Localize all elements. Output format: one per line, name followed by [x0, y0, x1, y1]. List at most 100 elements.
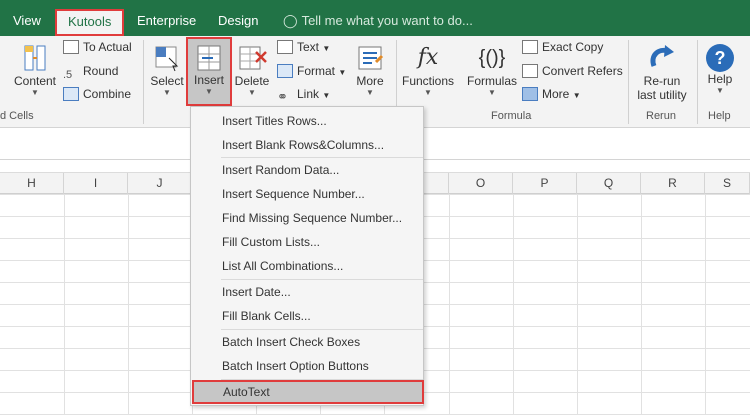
convert-refers-label: Convert Refers	[542, 64, 623, 78]
lightbulb-icon: ◯	[283, 13, 298, 28]
text-button[interactable]: Text ▼	[277, 40, 330, 54]
insert-icon	[197, 45, 221, 71]
more-formula-label: More	[542, 87, 570, 101]
help-button[interactable]: ? Help ▼	[702, 42, 738, 96]
grid-line	[705, 194, 706, 415]
menu-item-batch-insert-check-boxes[interactable]: Batch Insert Check Boxes	[191, 330, 423, 354]
link-button[interactable]: ⚭ Link ▼	[277, 87, 331, 104]
combine-button[interactable]: Combine	[63, 87, 131, 101]
select-label: Select	[150, 74, 184, 88]
column-header-p[interactable]: P	[513, 173, 577, 194]
more-icon	[358, 46, 384, 70]
exact-copy-icon	[522, 40, 538, 54]
group-separator	[697, 40, 698, 124]
menu-item-insert-titles-rows[interactable]: Insert Titles Rows...	[191, 109, 423, 133]
more-formula-button[interactable]: More ▼	[522, 87, 581, 101]
menu-item-autotext[interactable]: AutoText	[192, 380, 424, 404]
more-formula-icon	[522, 87, 538, 101]
help-label: Help	[707, 72, 733, 86]
convert-refers-button[interactable]: Convert Refers	[522, 64, 623, 78]
chevron-down-icon: ▼	[716, 86, 724, 95]
insert-button[interactable]: Insert ▼	[186, 37, 232, 106]
menu-item-fill-blank-cells[interactable]: Fill Blank Cells...	[191, 304, 423, 328]
content-button[interactable]: Content ▼	[10, 42, 60, 98]
text-icon	[277, 40, 293, 54]
grid-line	[513, 194, 514, 415]
grid-line	[128, 194, 129, 415]
menu-item-insert-blank-rows-columns[interactable]: Insert Blank Rows&Columns...	[191, 133, 423, 157]
more-button[interactable]: More ▼	[350, 42, 390, 98]
combine-icon	[63, 87, 79, 101]
chevron-down-icon: ▼	[424, 88, 432, 97]
exact-copy-label: Exact Copy	[542, 40, 604, 54]
chevron-down-icon: ▼	[31, 88, 39, 97]
format-label: Format	[297, 64, 336, 78]
delete-label: Delete	[234, 74, 270, 88]
grid-line	[449, 194, 450, 415]
menu-item-list-all-combinations[interactable]: List All Combinations...	[191, 254, 423, 278]
menu-item-insert-random-data[interactable]: Insert Random Data...	[191, 158, 423, 182]
rerun-label-line1: Re-run	[643, 74, 681, 88]
round-icon: .5	[63, 69, 73, 81]
column-header-h[interactable]: H	[0, 173, 64, 194]
exact-copy-button[interactable]: Exact Copy	[522, 40, 603, 54]
tab-enterprise[interactable]: Enterprise	[137, 9, 196, 33]
rerun-button[interactable]: Re-run last utility	[632, 42, 692, 102]
format-button[interactable]: Format ▼	[277, 64, 346, 78]
rerun-icon	[650, 45, 674, 67]
to-actual-button[interactable]: To Actual	[63, 40, 132, 54]
menu-item-find-missing-sequence-number[interactable]: Find Missing Sequence Number...	[191, 206, 423, 230]
to-actual-label: To Actual	[83, 40, 132, 54]
functions-button[interactable]: fx Functions ▼	[400, 42, 456, 98]
grid-line	[577, 194, 578, 415]
group-separator	[628, 40, 629, 124]
menu-item-insert-sequence-number[interactable]: Insert Sequence Number...	[191, 182, 423, 206]
link-label: Link	[297, 87, 320, 101]
column-header-s[interactable]: S	[705, 173, 750, 194]
chevron-down-icon: ▼	[322, 44, 331, 53]
column-header-r[interactable]: R	[641, 173, 705, 194]
select-button[interactable]: Select ▼	[148, 42, 186, 98]
menu-item-batch-insert-option-buttons[interactable]: Batch Insert Option Buttons	[191, 354, 423, 378]
column-header-i[interactable]: I	[64, 173, 128, 194]
group-label-rerun: Rerun	[646, 110, 676, 122]
link-icon: ⚭	[277, 89, 288, 104]
formula-braces-icon: {()}	[478, 47, 506, 69]
content-icon	[24, 45, 46, 71]
column-header-j[interactable]: J	[128, 173, 192, 194]
delete-icon	[239, 46, 267, 70]
round-button[interactable]: .5 Round	[63, 64, 118, 83]
ribbon-tab-bar: View Kutools Enterprise Design ◯ Tell me …	[0, 0, 750, 36]
chevron-down-icon: ▼	[322, 91, 331, 100]
functions-label: Functions	[401, 74, 455, 88]
tab-design[interactable]: Design	[218, 9, 258, 33]
chevron-down-icon: ▼	[205, 87, 213, 96]
chevron-down-icon: ▼	[488, 88, 496, 97]
select-icon	[155, 46, 179, 72]
formulas-button[interactable]: {()} Formulas ▼	[465, 42, 519, 98]
menu-item-fill-custom-lists[interactable]: Fill Custom Lists...	[191, 230, 423, 254]
round-label: Round	[83, 64, 119, 78]
tell-me-box[interactable]: ◯ Tell me what you want to do...	[283, 13, 473, 29]
delete-button[interactable]: Delete ▼	[234, 42, 270, 98]
content-label: Content	[13, 74, 57, 88]
chevron-down-icon: ▼	[248, 88, 256, 97]
column-header-o[interactable]: O	[449, 173, 513, 194]
grid-line	[64, 194, 65, 415]
more-label: More	[356, 74, 384, 88]
insert-label: Insert	[193, 73, 224, 87]
menu-item-insert-date[interactable]: Insert Date...	[191, 280, 423, 304]
tab-view[interactable]: View	[13, 9, 41, 33]
text-label: Text	[297, 40, 320, 54]
help-icon: ?	[706, 44, 734, 72]
tell-me-text: Tell me what you want to do...	[301, 13, 473, 28]
formulas-label: Formulas	[466, 74, 517, 88]
group-label-formula: Formula	[491, 110, 532, 122]
rerun-label-line2: last utility	[637, 88, 687, 102]
tab-kutools[interactable]: Kutools	[55, 9, 125, 36]
to-actual-icon	[63, 40, 79, 54]
format-icon	[277, 64, 293, 78]
chevron-down-icon: ▼	[572, 91, 581, 100]
column-header-q[interactable]: Q	[577, 173, 641, 194]
chevron-down-icon: ▼	[163, 88, 171, 97]
